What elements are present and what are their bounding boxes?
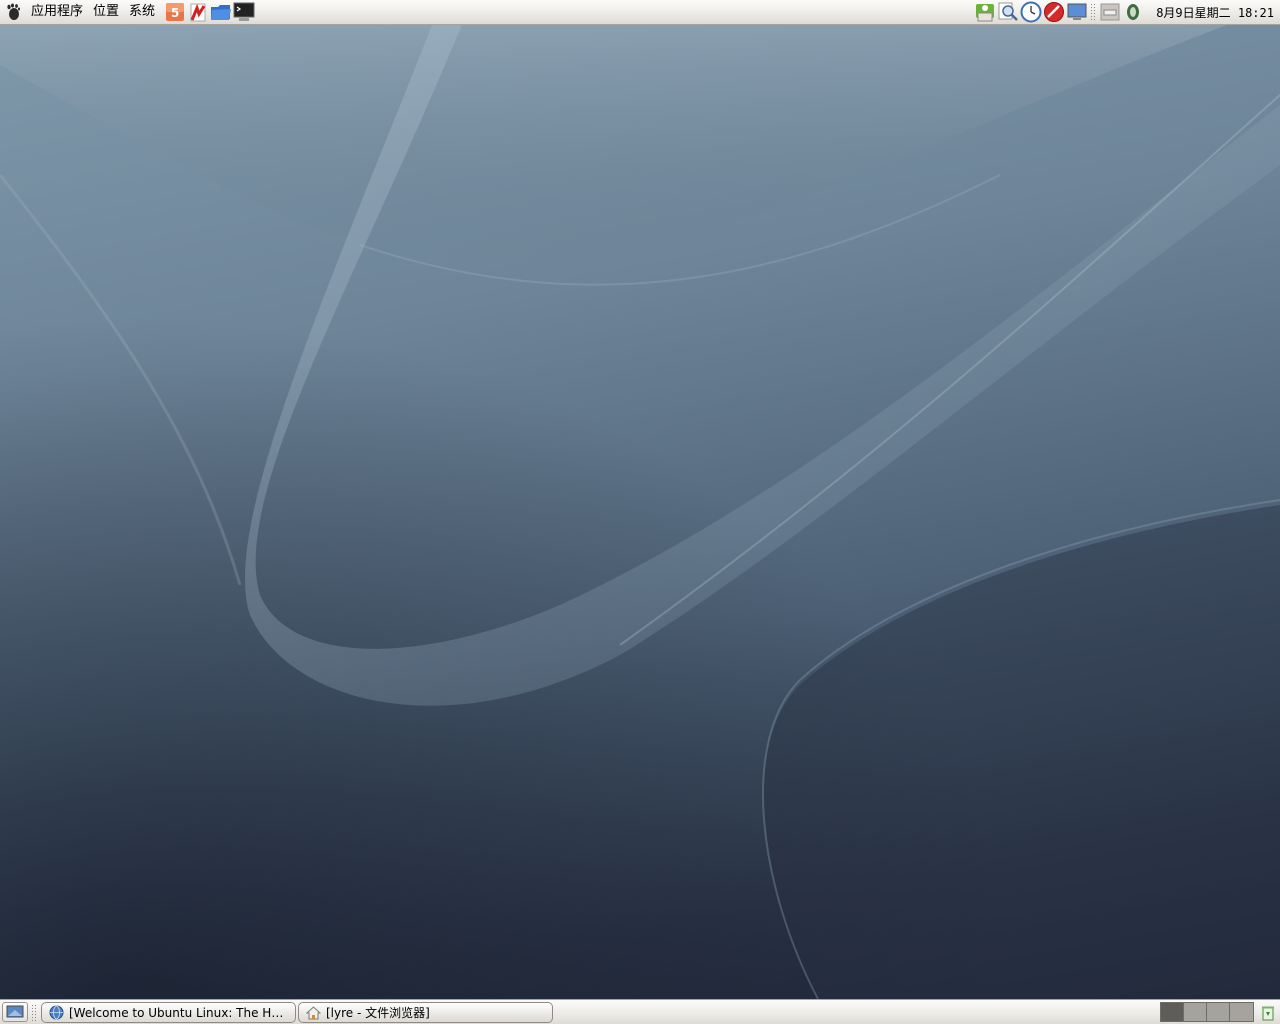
update-notifier-icon[interactable] [973,1,996,23]
show-desktop-button[interactable] [2,1002,28,1022]
svg-text:5: 5 [171,6,179,20]
keyboard-icon[interactable] [1098,1,1121,23]
gnome-foot-icon[interactable] [4,1,22,23]
desktop-background[interactable] [0,25,1280,999]
workspace-4[interactable] [1230,1003,1253,1021]
clock-text[interactable]: 8月9日星期二 18:21 [1144,4,1280,21]
stop-icon[interactable] [1042,1,1065,23]
clock-applet-icon[interactable] [1019,1,1042,23]
applications-menu[interactable]: 应用程序 [26,1,88,23]
search-tool-icon[interactable] [996,1,1019,23]
trash-icon[interactable] [1259,1004,1277,1022]
system-menu[interactable]: 系统 [124,1,160,23]
places-menu[interactable]: 位置 [88,1,124,23]
pdf-reader-launcher-icon[interactable] [187,1,209,23]
taskbar-button-label: [Welcome to Ubuntu Linux: The Hoa… [69,1005,295,1020]
file-manager-launcher-icon[interactable] [210,1,232,23]
volume-icon[interactable] [1121,1,1144,23]
home-folder-icon [305,1005,321,1021]
top-panel: 应用程序 位置 系统 5 8月9日星期二 18:21 [0,0,1280,25]
panel-grip[interactable] [31,1004,37,1021]
workspace-1[interactable] [1161,1003,1184,1021]
workspace-switcher [1160,1002,1254,1022]
terminal-launcher-icon[interactable] [233,1,255,23]
globe-icon [48,1005,64,1021]
taskbar-button-file-browser[interactable]: [lyre - 文件浏览器] [298,1002,553,1023]
notification-area: 8月9日星期二 18:21 [973,0,1280,24]
taskbar-button-label: [lyre - 文件浏览器] [326,1006,430,1020]
workspace-2[interactable] [1184,1003,1207,1021]
workspace-3[interactable] [1207,1003,1230,1021]
taskbar-button-browser[interactable]: [Welcome to Ubuntu Linux: The Hoa… [41,1002,296,1023]
display-monitor-icon[interactable] [1065,1,1088,23]
firefox-launcher-icon[interactable]: 5 [164,1,186,23]
wallpaper-swoosh [0,25,1280,999]
bottom-panel: [Welcome to Ubuntu Linux: The Hoa… [lyre… [0,999,1280,1024]
show-desktop-icon [6,1005,24,1018]
panel-grip[interactable] [1090,3,1097,21]
